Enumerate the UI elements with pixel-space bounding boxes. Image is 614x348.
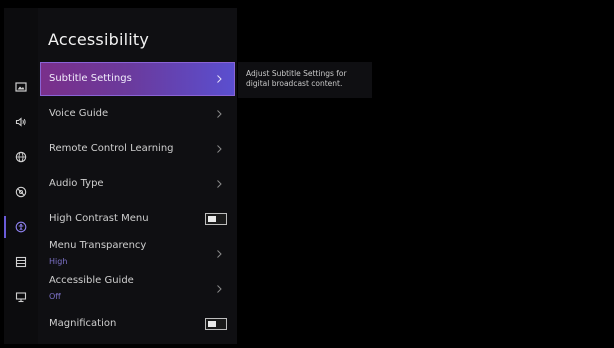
menu-item-accessible-guide[interactable]: Accessible Guide Off	[40, 272, 235, 306]
menu-item-magnification[interactable]: Magnification	[40, 307, 235, 341]
menu-title: Accessibility	[48, 30, 150, 49]
accessibility-menu: Accessibility Subtitle Settings Voice Gu…	[38, 8, 237, 344]
chevron-right-icon	[215, 144, 223, 154]
chevron-right-icon	[215, 284, 223, 294]
category-rail	[4, 8, 38, 344]
toggle-knob	[208, 216, 216, 222]
menu-item-subtitle-settings[interactable]: Subtitle Settings	[40, 62, 235, 96]
picture-icon[interactable]	[4, 76, 38, 98]
support-icon[interactable]	[4, 286, 38, 308]
menu-item-menu-transparency[interactable]: Menu Transparency High	[40, 237, 235, 271]
menu-item-label: Magnification	[49, 318, 117, 329]
description-text: Adjust Subtitle Settings for digital bro…	[246, 69, 347, 88]
menu-item-label: Remote Control Learning	[49, 143, 174, 154]
globe-icon[interactable]	[4, 146, 38, 168]
chevron-right-icon	[215, 109, 223, 119]
menu-item-value: Off	[49, 292, 61, 301]
menu-item-label: Menu Transparency	[49, 240, 147, 251]
menu-item-voice-guide[interactable]: Voice Guide	[40, 97, 235, 131]
general-icon[interactable]	[4, 251, 38, 273]
chevron-right-icon	[215, 249, 223, 259]
menu-item-value: High	[49, 257, 68, 266]
sound-icon[interactable]	[4, 111, 38, 133]
menu-item-label: Audio Type	[49, 178, 104, 189]
toggle-knob	[208, 321, 216, 327]
menu-item-label: High Contrast Menu	[49, 213, 149, 224]
description-panel: Adjust Subtitle Settings for digital bro…	[238, 62, 372, 98]
tv-settings-screen: Accessibility Subtitle Settings Voice Gu…	[0, 0, 614, 348]
high-contrast-toggle[interactable]	[205, 213, 227, 225]
menu-item-audio-type[interactable]: Audio Type	[40, 167, 235, 201]
broadcast-icon[interactable]	[4, 181, 38, 203]
chevron-right-icon	[215, 74, 223, 84]
menu-item-remote-control-learning[interactable]: Remote Control Learning	[40, 132, 235, 166]
chevron-right-icon	[215, 179, 223, 189]
menu-item-label: Voice Guide	[49, 108, 109, 119]
accessibility-icon[interactable]	[4, 216, 38, 238]
magnification-toggle[interactable]	[205, 318, 227, 330]
menu-item-label: Subtitle Settings	[49, 73, 132, 84]
menu-item-label: Accessible Guide	[49, 275, 134, 286]
menu-item-high-contrast-menu[interactable]: High Contrast Menu	[40, 202, 235, 236]
